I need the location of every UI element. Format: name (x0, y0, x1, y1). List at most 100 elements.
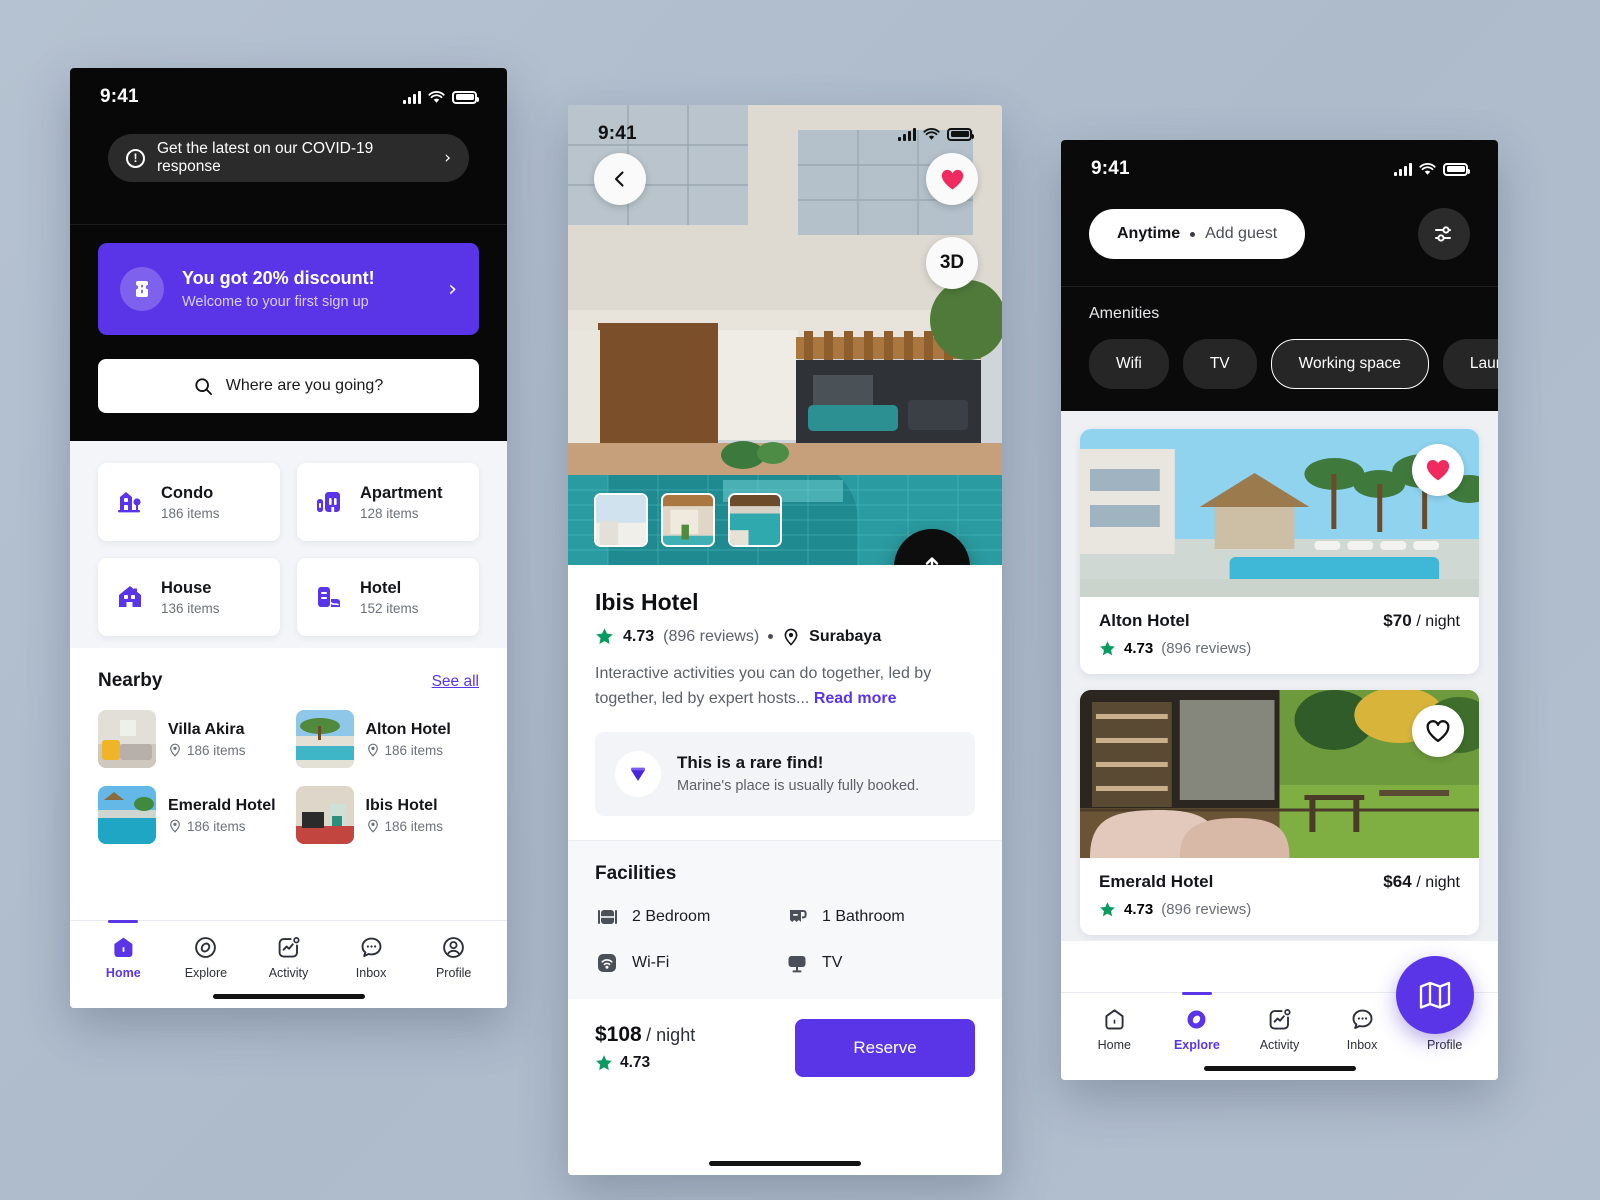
favorite-button[interactable] (1412, 444, 1464, 496)
price-rating: 4.73 (595, 1054, 695, 1072)
ticket-icon (120, 267, 164, 311)
facility-label: 1 Bathroom (822, 907, 905, 925)
amenities-label: Amenities (1089, 305, 1160, 322)
list-item[interactable]: Emerald Hotel 186 items (98, 786, 282, 844)
nearby-items: 186 items (168, 743, 246, 758)
see-all-link[interactable]: See all (432, 673, 479, 691)
thumbnail-2[interactable] (661, 493, 715, 547)
separator-dot (1190, 231, 1196, 237)
category-card-condo[interactable]: Condo 186 items (98, 463, 280, 541)
listing-price-amount: $64 (1383, 872, 1412, 891)
facilities-grid: 2 Bedroom 1 Bathroom Wi-Fi TV (595, 905, 975, 975)
photo-thumbnail-strip[interactable] (594, 493, 782, 547)
wifi-icon (923, 127, 940, 140)
nearby-items-label: 186 items (187, 742, 246, 758)
listing-price: $70 / night (1383, 611, 1460, 631)
listing-list: Alton Hotel $70 / night 4.73 (896 review… (1061, 411, 1498, 941)
tab-home[interactable]: Home (1073, 1007, 1156, 1052)
listing-card-alton[interactable]: Alton Hotel $70 / night 4.73 (896 review… (1080, 429, 1479, 674)
listing-card-emerald[interactable]: Emerald Hotel $64 / night 4.73 (896 revi… (1080, 690, 1479, 935)
explore-search-row: Anytime Add guest (1061, 198, 1498, 286)
nearby-text: Emerald Hotel 186 items (168, 797, 276, 834)
tab-label: Profile (435, 966, 472, 980)
separator-dot (768, 634, 774, 639)
status-indicators (403, 90, 479, 104)
phone-screen-explore: 9:41 Anytime Add guest Amenities Wifi TV (1061, 140, 1498, 1080)
listing-title-row: Emerald Hotel $64 / night (1099, 872, 1460, 892)
tab-label: Activity (268, 966, 309, 980)
tab-home[interactable]: Home (82, 920, 165, 980)
tab-list: Home Explore Activity Inbox Profile (82, 920, 495, 980)
nearby-name: Alton Hotel (365, 720, 451, 738)
amenity-chip-wifi[interactable]: Wifi (1089, 339, 1169, 389)
tab-inbox[interactable]: Inbox (330, 935, 413, 980)
category-name: Hotel (360, 578, 402, 597)
thumbnail-3[interactable] (728, 493, 782, 547)
hero-image: 3D (568, 105, 1002, 565)
category-name: House (161, 578, 212, 597)
info-icon: ! (126, 148, 145, 168)
list-item[interactable]: Villa Akira 186 items (98, 710, 282, 768)
star-icon (1100, 641, 1115, 656)
reserve-button[interactable]: Reserve (795, 1018, 975, 1077)
tab-explore[interactable]: Explore (1156, 992, 1239, 1052)
nearby-items-label: 186 items (384, 742, 444, 758)
home-icon (1105, 1009, 1124, 1030)
bottom-navigation: Home Explore Activity Inbox Profile (70, 920, 507, 1008)
location-pin-icon (367, 743, 378, 757)
category-items: 128 items (360, 505, 419, 521)
search-input[interactable]: Where are you going? (98, 359, 479, 413)
map-view-button[interactable] (1396, 956, 1474, 1034)
facility-bathroom: 1 Bathroom (785, 905, 975, 929)
battery-icon (947, 127, 974, 141)
location-pin-icon (170, 819, 180, 833)
nearby-thumbnail (295, 786, 354, 844)
amenity-chip-laundry[interactable]: Laundry (1442, 339, 1498, 389)
nearby-items: 186 items (366, 819, 443, 834)
filter-button[interactable] (1418, 208, 1470, 260)
heart-outline-icon (1426, 720, 1450, 743)
tab-label: Inbox (355, 966, 387, 980)
category-text: House 136 items (161, 579, 220, 616)
3d-badge-label: 3D (939, 252, 965, 273)
category-section: Condo 186 items Apartment 128 items Hous… (70, 441, 507, 648)
status-time: 9:41 (598, 123, 637, 144)
listing-price: $64 / night (1383, 872, 1460, 892)
listing-price-unit: / night (1416, 613, 1460, 630)
category-card-hotel[interactable]: Hotel 152 items (297, 558, 479, 636)
status-time: 9:41 (100, 86, 139, 107)
thumbnail-1[interactable] (594, 493, 648, 547)
battery-icon (452, 90, 479, 104)
category-card-apartment[interactable]: Apartment 128 items (297, 463, 479, 541)
explore-icon (195, 937, 217, 958)
read-more-link[interactable]: Read more (814, 690, 897, 707)
covid-banner[interactable]: ! Get the latest on our COVID-19 respons… (108, 134, 469, 182)
tab-inbox[interactable]: Inbox (1321, 1007, 1404, 1052)
amenity-chip-tv[interactable]: TV (1182, 339, 1257, 389)
active-tab-indicator (1181, 992, 1212, 995)
nearby-title: Nearby (98, 670, 163, 691)
star-icon (596, 1055, 612, 1071)
list-item[interactable]: Ibis Hotel 186 items (295, 786, 480, 844)
tab-activity[interactable]: Activity (247, 935, 330, 980)
favorite-button[interactable] (1412, 705, 1464, 757)
search-pill[interactable]: Anytime Add guest (1089, 209, 1306, 259)
chevron-left-icon (614, 171, 624, 187)
3d-view-button[interactable]: 3D (926, 237, 978, 289)
amenities-filter: Amenities Wifi TV Working space Laundry (1061, 286, 1498, 411)
rare-find-subtitle: Marine's place is usually fully booked. (677, 778, 920, 795)
tab-profile[interactable]: Profile (412, 935, 495, 980)
home-dark-header: 9:41 ! Get the latest on our COVID-19 re… (70, 68, 507, 224)
home-indicator (212, 994, 365, 999)
listing-rating-value: 4.73 (1124, 640, 1154, 657)
amenity-chip-working-space[interactable]: Working space (1270, 339, 1429, 389)
promo-banner[interactable]: You got 20% discount! Welcome to your fi… (98, 243, 479, 335)
category-card-house[interactable]: House 136 items (98, 558, 280, 636)
tab-activity[interactable]: Activity (1238, 1007, 1321, 1052)
listing-info: Emerald Hotel $64 / night 4.73 (896 revi… (1080, 858, 1479, 935)
nearby-section: Nearby See all Villa Akira 186 items Alt… (70, 648, 507, 844)
tab-explore[interactable]: Explore (165, 935, 248, 980)
list-item[interactable]: Alton Hotel 186 items (295, 710, 480, 768)
listing-image (1080, 429, 1479, 597)
page-title: Ibis Hotel (595, 589, 699, 615)
